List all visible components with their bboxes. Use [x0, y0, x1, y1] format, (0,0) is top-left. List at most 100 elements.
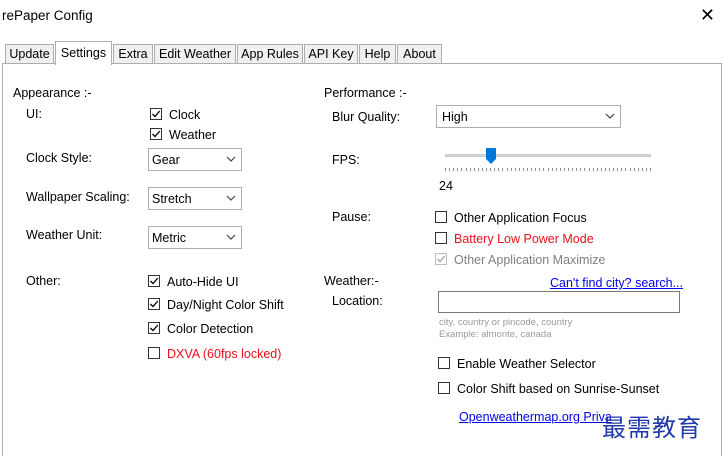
- location-example: Example: almonte, canada: [439, 329, 552, 340]
- slider-tick: [519, 168, 520, 171]
- slider-tick: [630, 168, 631, 171]
- other-application-focus-checkbox[interactable]: [435, 211, 447, 223]
- slider-tick: [548, 168, 549, 171]
- auto-hide-ui-label: Auto-Hide UI: [167, 275, 239, 289]
- slider-tick: [498, 168, 499, 171]
- tab-update[interactable]: Update: [5, 44, 54, 63]
- slider-thumb-icon: [486, 148, 496, 164]
- weather-checkbox[interactable]: [150, 128, 162, 140]
- color-shift-sunrise-sunset-checkbox[interactable]: [438, 382, 450, 394]
- slider-tick: [609, 168, 610, 171]
- slider-tick: [634, 168, 635, 171]
- day-night-color-shift-label: Day/Night Color Shift: [167, 298, 284, 312]
- slider-tick: [486, 168, 487, 171]
- slider-tick: [605, 168, 606, 171]
- checkmark-icon: [152, 130, 161, 138]
- slider-tick: [543, 168, 544, 171]
- window-title: rePaper Config: [2, 8, 93, 23]
- slider-tick: [482, 168, 483, 171]
- other-application-maximize-label: Other Application Maximize: [454, 253, 606, 267]
- slider-tick: [597, 168, 598, 171]
- privacy-link[interactable]: Openweathermap.org Priva: [459, 410, 612, 424]
- title-bar: rePaper Config ✕: [0, 0, 725, 32]
- weather-unit-dropdown[interactable]: Metric: [148, 226, 242, 249]
- performance-heading: Performance :-: [324, 86, 407, 100]
- tab-help[interactable]: Help: [359, 44, 396, 63]
- slider-tick: [564, 168, 565, 171]
- slider-tick: [466, 168, 467, 171]
- other-label: Other:: [26, 274, 61, 288]
- slider-tick: [507, 168, 508, 171]
- clock-style-dropdown[interactable]: Gear: [148, 148, 242, 171]
- tab-extra[interactable]: Extra: [113, 44, 153, 63]
- blur-quality-label: Blur Quality:: [332, 110, 401, 124]
- fps-slider[interactable]: [445, 146, 651, 174]
- slider-tick: [642, 168, 643, 171]
- slider-tick: [490, 168, 491, 171]
- wallpaper-scaling-dropdown[interactable]: Stretch: [148, 187, 242, 210]
- slider-tick: [621, 168, 622, 171]
- other-application-maximize-checkbox[interactable]: [435, 253, 447, 265]
- slider-tick: [568, 168, 569, 171]
- checkmark-icon: [152, 110, 161, 118]
- slider-tick: [470, 168, 471, 171]
- auto-hide-ui-checkbox[interactable]: [148, 275, 160, 287]
- weather-label: Weather: [169, 128, 217, 142]
- watermark: 最需教育: [602, 414, 702, 442]
- slider-tick: [560, 168, 561, 171]
- slider-track: [445, 154, 651, 157]
- slider-tick: [449, 168, 450, 171]
- slider-tick: [593, 168, 594, 171]
- other-application-focus-label: Other Application Focus: [454, 211, 587, 225]
- slider-tick: [511, 168, 512, 171]
- slider-tick: [613, 168, 614, 171]
- ui-label: UI:: [26, 107, 42, 121]
- weather-unit-label: Weather Unit:: [26, 228, 103, 242]
- tab-api-key[interactable]: API Key: [304, 44, 358, 63]
- battery-low-power-checkbox[interactable]: [435, 232, 447, 244]
- enable-weather-selector-checkbox[interactable]: [438, 357, 450, 369]
- enable-weather-selector-label: Enable Weather Selector: [457, 357, 596, 371]
- search-city-link[interactable]: Can't find city? search...: [550, 276, 683, 290]
- blur-quality-dropdown[interactable]: High: [436, 105, 621, 128]
- weather-unit-value: Metric: [152, 231, 187, 245]
- checkmark-icon: [150, 324, 159, 332]
- chevron-down-icon: [605, 113, 615, 119]
- clock-style-value: Gear: [152, 153, 180, 167]
- tab-settings[interactable]: Settings: [55, 41, 112, 65]
- slider-tick: [531, 168, 532, 171]
- tab-app-rules[interactable]: App Rules: [237, 44, 303, 63]
- slider-tick: [494, 168, 495, 171]
- slider-tick: [523, 168, 524, 171]
- slider-thumb[interactable]: [486, 148, 496, 164]
- slider-tick: [478, 168, 479, 171]
- location-input[interactable]: [438, 291, 680, 313]
- tab-about[interactable]: About: [397, 44, 442, 63]
- slider-tick: [650, 168, 651, 171]
- slider-tick: [580, 168, 581, 171]
- slider-tick: [535, 168, 536, 171]
- slider-tick: [601, 168, 602, 171]
- slider-tick: [638, 168, 639, 171]
- slider-tick: [552, 168, 553, 171]
- dxva-label: DXVA (60fps locked): [167, 347, 282, 361]
- tab-edit-weather[interactable]: Edit Weather: [154, 44, 236, 63]
- weather-heading: Weather:-: [324, 274, 379, 288]
- blur-quality-value: High: [442, 110, 468, 124]
- clock-checkbox[interactable]: [150, 108, 162, 120]
- slider-tick: [457, 168, 458, 171]
- close-icon[interactable]: ✕: [700, 4, 715, 26]
- pause-label: Pause:: [332, 210, 371, 224]
- location-label: Location:: [332, 294, 383, 308]
- battery-low-power-label: Battery Low Power Mode: [454, 232, 594, 246]
- slider-tick: [445, 168, 446, 171]
- slider-tick: [646, 168, 647, 171]
- color-detection-checkbox[interactable]: [148, 322, 160, 334]
- slider-tick: [461, 168, 462, 171]
- location-hint: city, country or pincode, country: [439, 317, 573, 328]
- wallpaper-scaling-label: Wallpaper Scaling:: [26, 190, 130, 204]
- slider-tick: [474, 168, 475, 171]
- dxva-checkbox[interactable]: [148, 347, 160, 359]
- day-night-color-shift-checkbox[interactable]: [148, 298, 160, 310]
- chevron-down-icon: [226, 156, 236, 162]
